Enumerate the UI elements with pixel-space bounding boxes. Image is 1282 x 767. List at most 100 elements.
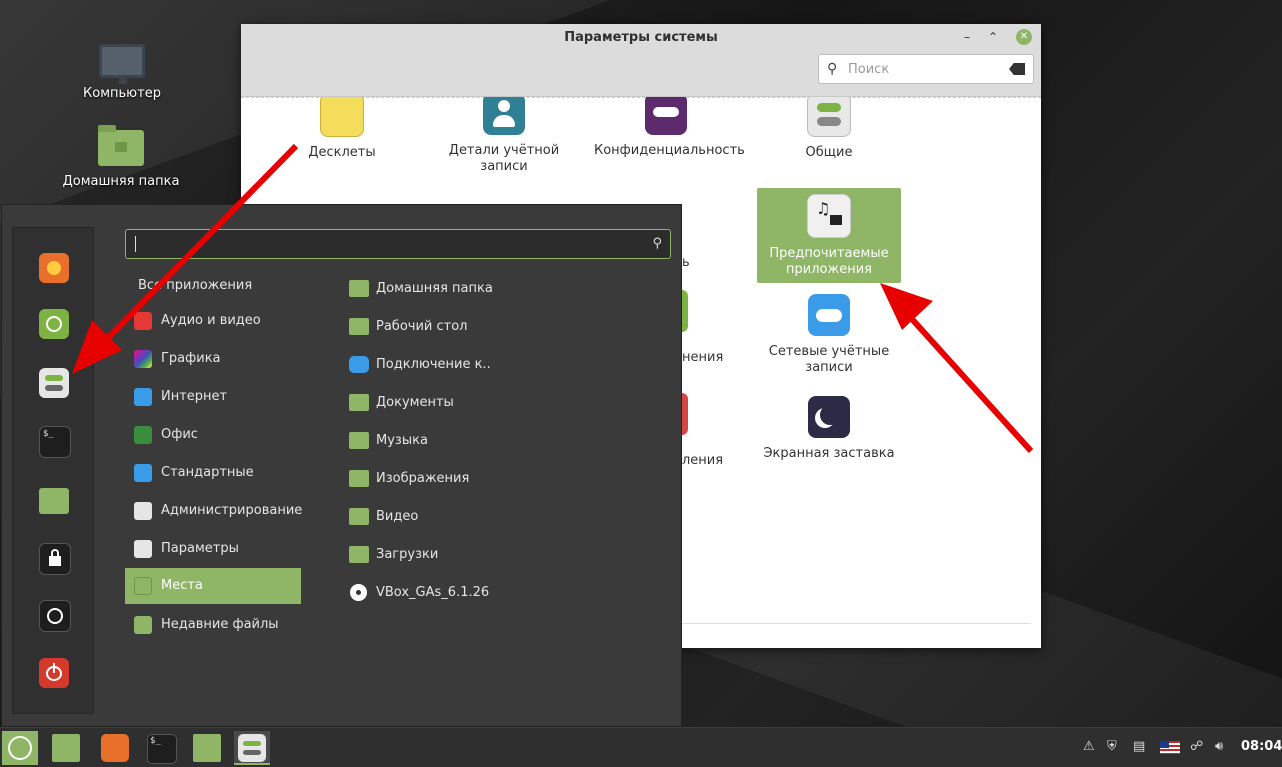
firefox-launcher[interactable] <box>97 731 133 765</box>
settings-item-privacy[interactable]: Конфиденциальность <box>594 97 745 159</box>
place-label: Домашняя папка <box>376 281 493 296</box>
category-label: Недавние файлы <box>161 617 279 632</box>
administration-icon <box>134 502 152 520</box>
category-graphics[interactable]: Графика <box>125 341 301 377</box>
desktop-folder-icon <box>349 318 369 335</box>
place-label: Музыка <box>376 433 428 448</box>
office-icon <box>134 426 152 444</box>
category-audio-video[interactable]: Аудио и видео <box>125 303 301 339</box>
place-label: Загрузки <box>376 547 439 562</box>
terminal-icon: $_ <box>147 734 177 764</box>
category-recent-files[interactable]: Недавние файлы <box>125 607 301 643</box>
clear-icon[interactable] <box>1009 63 1025 75</box>
taskbar: $_ ⚠ ⛨ ▤ ☍ 🔊︎ 08:04 <box>0 727 1282 767</box>
screensaver-moon-icon <box>808 396 850 438</box>
notifications-icon[interactable]: ⚠ <box>1083 739 1095 754</box>
place-label: Изображения <box>376 471 470 486</box>
preferences-icon <box>134 540 152 558</box>
category-label: Все приложения <box>138 278 253 293</box>
preferred-apps-icon: ♫ <box>807 194 851 238</box>
category-internet[interactable]: Интернет <box>125 379 301 415</box>
settings-toggle-icon <box>238 734 266 762</box>
search-placeholder: Поиск <box>848 62 890 77</box>
desktop-icon-label: Домашняя папка <box>62 174 180 189</box>
pictures-folder-icon <box>349 470 369 487</box>
settings-item-partial: нения <box>682 350 724 365</box>
clock[interactable]: 08:04 <box>1241 739 1282 754</box>
category-label: Параметры <box>161 541 239 556</box>
shutdown-icon[interactable] <box>39 658 69 688</box>
place-label: Документы <box>376 395 454 410</box>
network-icon[interactable]: ☍ <box>1190 739 1203 754</box>
show-desktop-button[interactable] <box>48 731 84 765</box>
computer-icon <box>99 44 145 84</box>
place-label: Видео <box>376 509 419 524</box>
settings-item-selected: ♫ Предпочитаемые приложения <box>757 188 901 283</box>
terminal-launcher[interactable]: $_ <box>143 731 179 765</box>
settings-item-account-details[interactable]: Детали учётной записи <box>432 97 576 175</box>
general-toggle-icon <box>807 97 851 137</box>
firefox-icon <box>101 734 129 762</box>
category-administration[interactable]: Администрирование <box>125 493 302 529</box>
documents-folder-icon <box>349 394 369 411</box>
terminal-icon[interactable]: $_ <box>39 426 71 458</box>
settings-item-label: Конфиденциальность <box>594 143 745 158</box>
us-flag-icon[interactable] <box>1160 741 1180 754</box>
audio-video-icon <box>134 312 152 330</box>
settings-item-label: Предпочитаемые приложения <box>769 246 889 277</box>
settings-item-general[interactable]: Общие <box>757 97 901 161</box>
settings-item-label: Экранная заставка <box>763 446 895 461</box>
desktop-icon-label: Компьютер <box>83 86 161 101</box>
search-icon: ⚲ <box>827 61 838 77</box>
category-label: Места <box>161 578 203 593</box>
settings-search-input[interactable]: ⚲ Поиск <box>818 54 1034 84</box>
partial-icon-2 <box>682 290 688 332</box>
logout-icon[interactable] <box>39 600 71 632</box>
menu-button[interactable] <box>2 731 38 765</box>
home-folder-icon <box>98 125 144 166</box>
settings-item-preferred-apps[interactable]: ♫ Предпочитаемые приложения <box>757 188 901 283</box>
desktop-computer[interactable]: Компьютер <box>62 44 182 101</box>
settings-toggle-icon[interactable] <box>39 368 69 398</box>
minimize-button[interactable]: – <box>959 29 975 45</box>
clipboard-icon[interactable]: ▤ <box>1133 739 1145 754</box>
category-label: Стандартные <box>161 465 254 480</box>
graphics-icon <box>134 350 152 368</box>
category-places[interactable]: Места <box>125 568 301 604</box>
category-office[interactable]: Офис <box>125 417 301 453</box>
partial-icon-3 <box>682 393 688 435</box>
category-accessories[interactable]: Стандартные <box>125 455 301 491</box>
settings-item-desklets[interactable]: Десклеты <box>270 97 414 161</box>
category-preferences[interactable]: Параметры <box>125 531 301 567</box>
firefox-icon[interactable] <box>39 253 69 283</box>
network-cloud-icon <box>349 356 369 373</box>
settings-window-button[interactable] <box>234 731 270 765</box>
maximize-button[interactable]: ⌃ <box>985 29 1001 45</box>
settings-item-label: Детали учётной записи <box>448 143 560 174</box>
favorites-bar <box>12 227 94 714</box>
places-folder-icon <box>134 577 152 595</box>
category-label: Аудио и видео <box>161 313 261 328</box>
settings-item-online-accounts[interactable]: Сетевые учётные записи <box>757 294 901 376</box>
internet-cloud-icon <box>134 388 152 406</box>
volume-icon[interactable]: 🔊︎ <box>1215 739 1223 754</box>
category-all-applications[interactable]: Все приложения <box>125 268 301 304</box>
privacy-icon <box>645 97 687 135</box>
software-manager-icon[interactable] <box>39 309 69 339</box>
close-button[interactable]: ✕ <box>1016 29 1032 45</box>
window-title: Параметры системы <box>564 30 718 45</box>
menu-search-input[interactable]: ⚲ <box>125 229 671 259</box>
desktop-home-folder[interactable]: Домашняя папка <box>61 125 181 189</box>
settings-item-screensaver[interactable]: Экранная заставка <box>757 396 901 462</box>
lock-icon[interactable] <box>39 543 71 575</box>
files-folder-icon[interactable] <box>39 488 69 514</box>
recent-files-icon <box>134 616 152 634</box>
desktop-folder-icon <box>52 734 80 762</box>
settings-item-label: Десклеты <box>308 145 376 160</box>
settings-item-partial: ления <box>682 453 724 468</box>
shield-icon[interactable]: ⛨ <box>1107 739 1117 754</box>
files-launcher[interactable] <box>189 731 225 765</box>
window-titlebar[interactable]: Параметры системы – ⌃ ✕ ⚲ Поиск <box>241 24 1041 97</box>
place-label: VBox_GAs_6.1.26 <box>376 585 490 600</box>
accessories-icon <box>134 464 152 482</box>
